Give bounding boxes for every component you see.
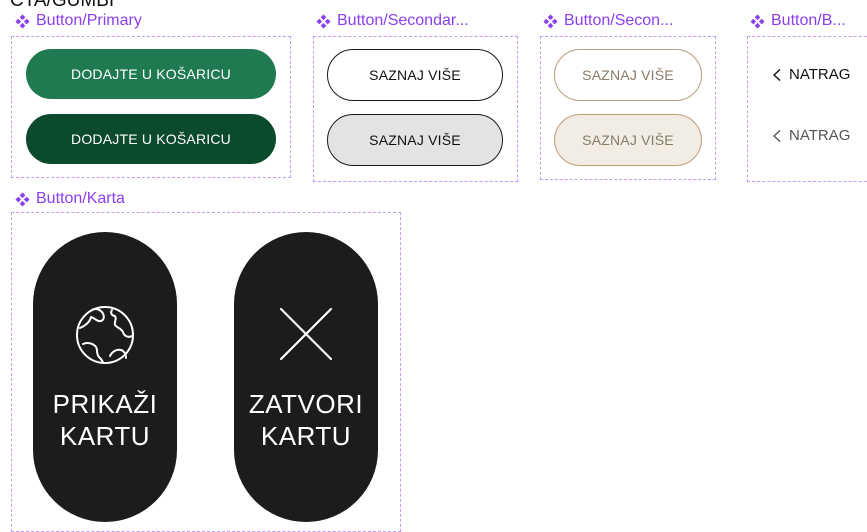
component-label-secondary-gold: Button/Secon... — [543, 12, 673, 30]
close-icon — [279, 307, 333, 361]
button-label: DODAJTE U KOŠARICU — [71, 66, 231, 82]
chevron-left-icon — [772, 68, 781, 81]
component-diamond-icon — [15, 13, 30, 29]
back-button-hover[interactable]: NATRAG — [771, 127, 850, 144]
button-label: PRIKAŽI KARTU — [52, 389, 158, 451]
component-label-text: Button/Secon... — [564, 12, 674, 29]
add-to-cart-button-hover[interactable]: DODAJTE U KOŠARICU — [26, 114, 276, 164]
add-to-cart-button[interactable]: DODAJTE U KOŠARICU — [26, 49, 276, 99]
learn-more-button-hover[interactable]: SAZNAJ VIŠE — [327, 114, 503, 166]
component-label-primary: Button/Primary — [15, 12, 142, 30]
button-label: SAZNAJ VIŠE — [369, 132, 461, 148]
chevron-left-icon — [772, 129, 781, 142]
component-label-text: Button/Secondar... — [337, 12, 469, 29]
page-title: CTA/GUMBI — [10, 0, 115, 11]
learn-more-gold-button[interactable]: SAZNAJ VIŠE — [554, 49, 702, 101]
learn-more-gold-button-hover[interactable]: SAZNAJ VIŠE — [554, 114, 702, 166]
frame-back — [747, 36, 867, 182]
button-label: SAZNAJ VIŠE — [582, 132, 674, 148]
component-label-text: Button/B... — [771, 12, 846, 29]
button-label: NATRAG — [789, 127, 851, 144]
button-label: SAZNAJ VIŠE — [369, 67, 461, 83]
component-diamond-icon — [316, 13, 331, 29]
component-label-secondary: Button/Secondar... — [316, 12, 469, 30]
component-label-text: Button/Karta — [36, 190, 125, 207]
button-label: NATRAG — [789, 66, 851, 83]
close-map-button[interactable]: ZATVORI KARTU — [234, 232, 378, 522]
component-label-text: Button/Primary — [36, 12, 142, 29]
button-label: ZATVORI KARTU — [248, 389, 364, 451]
component-label-map: Button/Karta — [15, 190, 125, 208]
back-button[interactable]: NATRAG — [771, 66, 850, 83]
component-label-back: Button/B... — [750, 12, 846, 30]
component-diamond-icon — [543, 13, 558, 29]
component-diamond-icon — [15, 191, 30, 207]
show-map-button[interactable]: PRIKAŽI KARTU — [33, 232, 177, 522]
button-label: DODAJTE U KOŠARICU — [71, 131, 231, 147]
learn-more-button[interactable]: SAZNAJ VIŠE — [327, 49, 503, 101]
globe-icon — [76, 306, 134, 364]
component-diamond-icon — [750, 13, 765, 29]
button-label: SAZNAJ VIŠE — [582, 67, 674, 83]
